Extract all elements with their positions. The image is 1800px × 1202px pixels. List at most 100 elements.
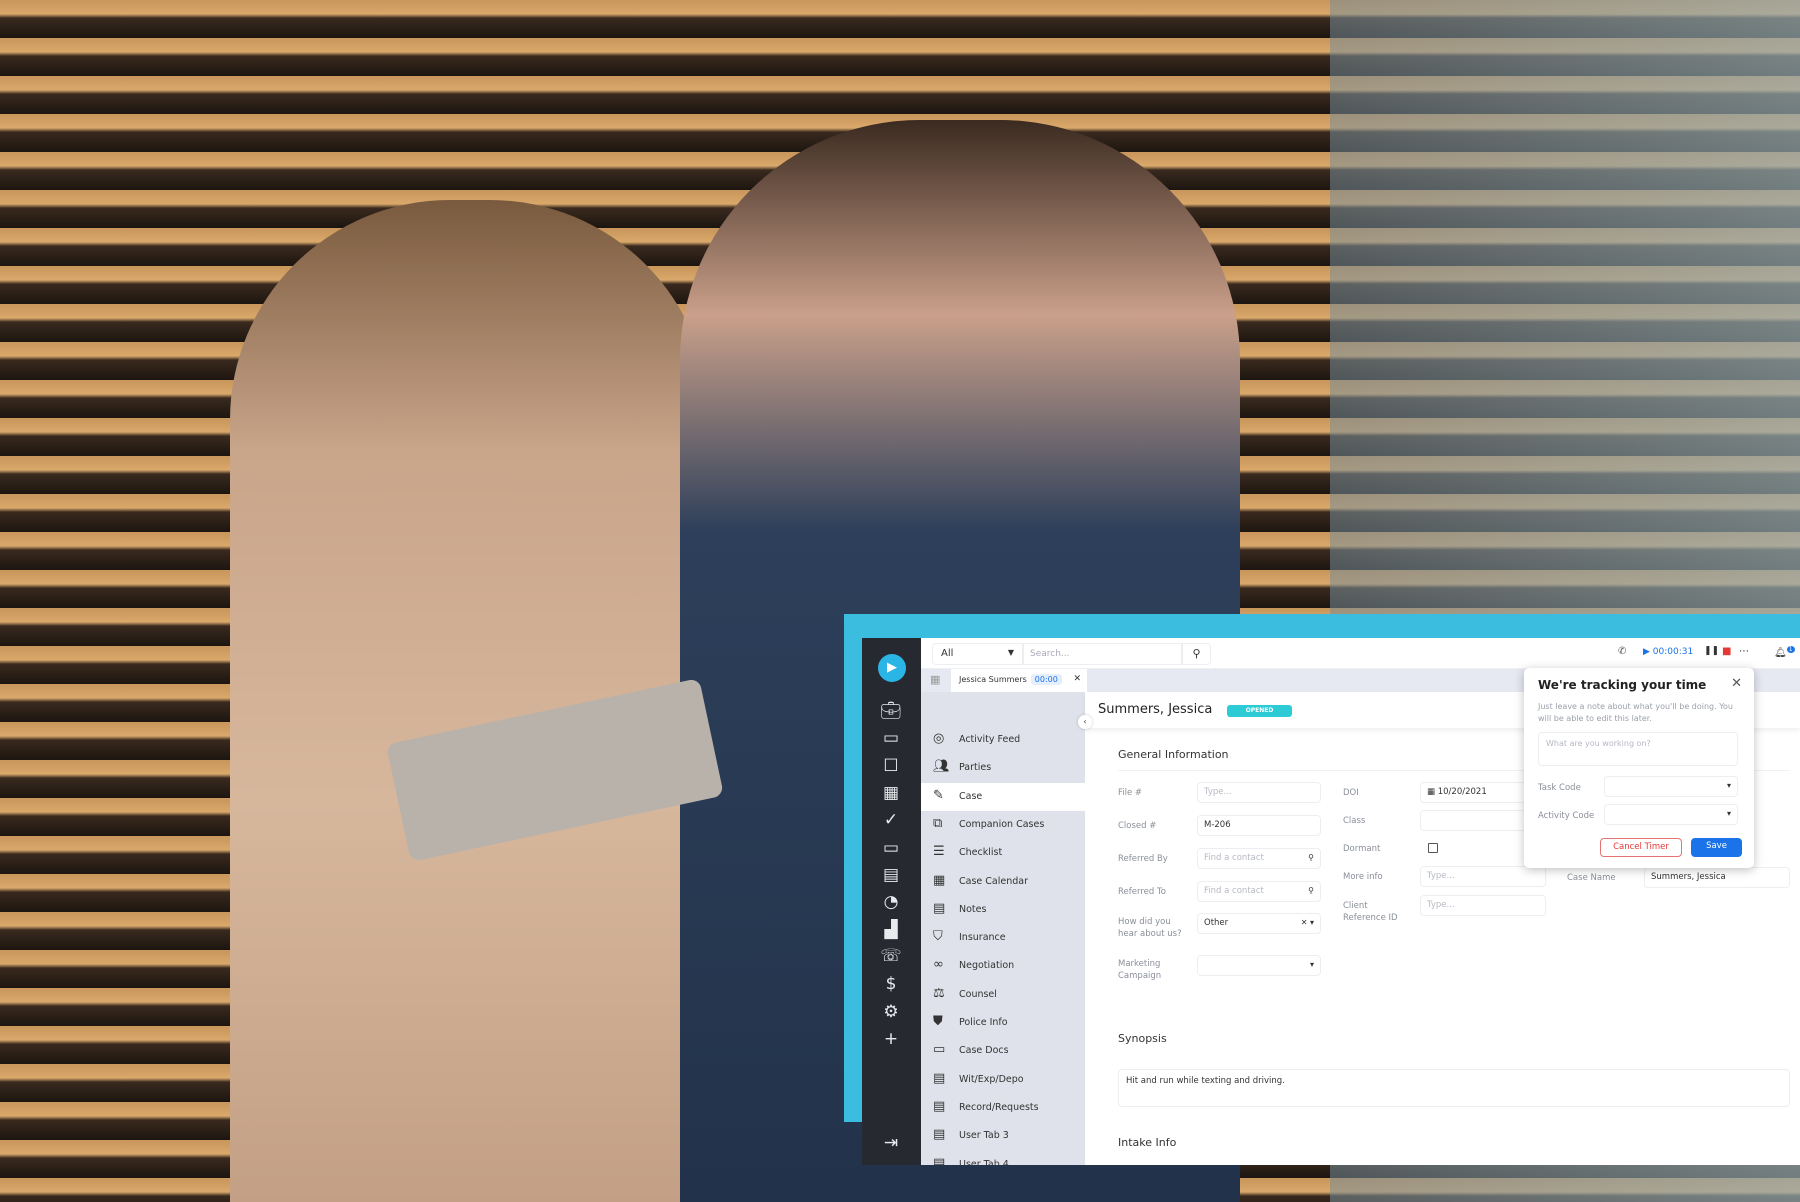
phone-list-icon[interactable]: ☏ [879, 945, 903, 967]
nav-item-counsel[interactable]: ⚖ Counsel [921, 981, 1085, 1009]
search-button[interactable]: ⚲ [1182, 643, 1211, 665]
referred-to-input[interactable]: Find a contact ⚲ [1197, 881, 1321, 902]
folder-icon[interactable]: ▭ [879, 727, 903, 749]
chevron-down-icon: ▾ [1726, 809, 1731, 818]
grid-icon[interactable]: ▦ [930, 673, 940, 686]
chevron-down-icon: ▼ [1007, 648, 1014, 657]
dormant-label: Dormant [1343, 844, 1381, 854]
tab-label: Jessica Summers [959, 675, 1027, 684]
nav-item-user-tab-3[interactable]: ▤ User Tab 3 [921, 1122, 1085, 1150]
referred-by-input[interactable]: Find a contact ⚲ [1197, 848, 1321, 869]
activity-code-select[interactable]: ▾ [1604, 804, 1738, 825]
task-code-select[interactable]: ▾ [1604, 776, 1738, 797]
calendar-icon[interactable]: ▦ [879, 782, 903, 804]
logout-icon[interactable]: ⇥ [879, 1132, 903, 1154]
status-badge: OPENED [1227, 705, 1292, 717]
file-input[interactable]: Type... [1197, 782, 1321, 803]
nav-item-user-tab-4[interactable]: ▤ User Tab 4 [921, 1151, 1085, 1166]
referred-to-label: Referred To [1118, 887, 1166, 897]
client-reference-placeholder: Type... [1427, 900, 1455, 910]
clear-and-chevron-icon[interactable]: ✕ ▾ [1301, 918, 1314, 927]
nav-item-record-requests[interactable]: ▤ Record/Requests [921, 1094, 1085, 1122]
nav-icon: ▤ [933, 1127, 946, 1143]
referred-by-label: Referred By [1118, 854, 1168, 864]
nav-item-case[interactable]: ✎ Case [921, 782, 1085, 811]
close-icon[interactable]: ✕ [1073, 674, 1081, 684]
nav-item-insurance[interactable]: ⛉ Insurance [921, 924, 1085, 952]
briefcase-icon[interactable]: 💼︎ [879, 700, 903, 722]
notification-count: 1 [1786, 646, 1795, 653]
more-icon[interactable]: ⋯ [1739, 646, 1749, 657]
nav-icon: 👥︎ [933, 759, 950, 775]
search-icon: ⚲ [1192, 647, 1201, 660]
synopsis-textarea[interactable]: Hit and run while texting and driving. [1118, 1069, 1790, 1107]
nav-item-negotiation[interactable]: ∞ Negotiation [921, 952, 1085, 980]
class-label: Class [1343, 816, 1366, 826]
nav-label: Case Calendar [959, 875, 1028, 887]
closed-input[interactable]: M-206 [1197, 815, 1321, 836]
nav-item-checklist[interactable]: ☰ Checklist [921, 839, 1085, 867]
timer-display[interactable]: ▶ 00:00:31 [1643, 647, 1693, 657]
inbox-icon[interactable]: ▭ [879, 837, 903, 859]
dollar-icon[interactable]: $ [879, 973, 903, 995]
nav-item-wit-exp-depo[interactable]: ▤ Wit/Exp/Depo [921, 1066, 1085, 1094]
doi-label: DOI [1343, 788, 1359, 798]
more-info-input[interactable]: Type... [1420, 866, 1546, 887]
nav-item-parties[interactable]: 👥︎ Parties [921, 754, 1085, 782]
client-reference-input[interactable]: Type... [1420, 895, 1546, 916]
nav-item-notes[interactable]: ▤ Notes [921, 896, 1085, 924]
save-button[interactable]: Save [1691, 838, 1742, 857]
icon-sidebar: ▶ 💼︎ ▭ ☐ ▦ ✓ ▭ ▤ ◔ ▟ ☏ $ ⚙ + ⇥ [862, 638, 921, 1165]
check-circle-icon[interactable]: ✓ [879, 809, 903, 831]
message-icon[interactable]: ▤ [879, 864, 903, 886]
nav-label: Case Docs [959, 1045, 1009, 1057]
nav-label: Parties [959, 762, 992, 774]
marketing-campaign-select[interactable]: ▾ [1197, 955, 1321, 976]
file-label: File # [1118, 788, 1143, 798]
nav-icon: ▭ [933, 1042, 946, 1058]
closed-label: Closed # [1118, 821, 1157, 831]
work-note-input[interactable]: What are you working on? [1538, 732, 1738, 766]
nav-item-police-info[interactable]: ⛊ Police Info [921, 1009, 1085, 1037]
filter-select[interactable]: All ▼ [932, 643, 1023, 665]
close-icon[interactable]: ✕ [1731, 676, 1742, 691]
case-name-input[interactable]: Summers, Jessica [1644, 867, 1790, 888]
nav-icon: ☰ [933, 844, 945, 860]
nav-label: Record/Requests [959, 1101, 1039, 1113]
filter-value: All [941, 648, 954, 659]
nav-icon: ▤ [933, 900, 946, 916]
nav-item-case-calendar[interactable]: ▦ Case Calendar [921, 868, 1085, 896]
search-icon: ⚲ [1308, 886, 1314, 895]
marketing-campaign-label: Marketing Campaign [1118, 959, 1162, 981]
referred-to-placeholder: Find a contact [1204, 886, 1264, 896]
contact-icon[interactable]: ☐ [879, 755, 903, 777]
dormant-checkbox[interactable] [1428, 843, 1438, 853]
tab-jessica-summers[interactable]: Jessica Summers 00:00 ✕ [951, 669, 1087, 692]
pause-icon[interactable]: ❚❚ [1704, 646, 1719, 656]
nav-icon: ⧉ [933, 815, 943, 831]
collapse-nav-button[interactable]: ‹ [1078, 715, 1092, 729]
nav-item-companion-cases[interactable]: ⧉ Companion Cases [921, 811, 1085, 839]
nav-item-activity-feed[interactable]: ◎ Activity Feed [921, 726, 1085, 754]
nav-label: Negotiation [959, 960, 1015, 972]
popup-title: We're tracking your time [1538, 678, 1707, 692]
gauge-icon[interactable]: ◔ [879, 891, 903, 913]
nav-label: User Tab 3 [959, 1130, 1009, 1142]
how-heard-label: How did you hear about us? [1118, 917, 1182, 939]
search-input[interactable]: Search... [1023, 643, 1182, 665]
how-heard-select[interactable]: Other ✕ ▾ [1197, 913, 1321, 934]
nav-icon: ◎ [933, 731, 945, 746]
stop-icon[interactable]: ■ [1722, 646, 1731, 657]
cancel-timer-button[interactable]: Cancel Timer [1600, 838, 1682, 857]
play-logo-icon[interactable]: ▶ [878, 654, 906, 682]
chart-icon[interactable]: ▟ [879, 919, 903, 941]
bell-icon[interactable]: 🔔︎ 1 [1774, 646, 1795, 658]
how-heard-value: Other [1204, 918, 1229, 928]
phone-icon[interactable]: ✆ [1618, 646, 1626, 657]
nav-item-case-docs[interactable]: ▭ Case Docs [921, 1037, 1085, 1065]
nav-label: Wit/Exp/Depo [959, 1073, 1024, 1085]
more-info-placeholder: Type... [1427, 871, 1455, 881]
gear-icon[interactable]: ⚙ [879, 1001, 903, 1023]
synopsis-heading: Synopsis [1118, 1032, 1167, 1045]
plus-icon[interactable]: + [879, 1028, 903, 1050]
